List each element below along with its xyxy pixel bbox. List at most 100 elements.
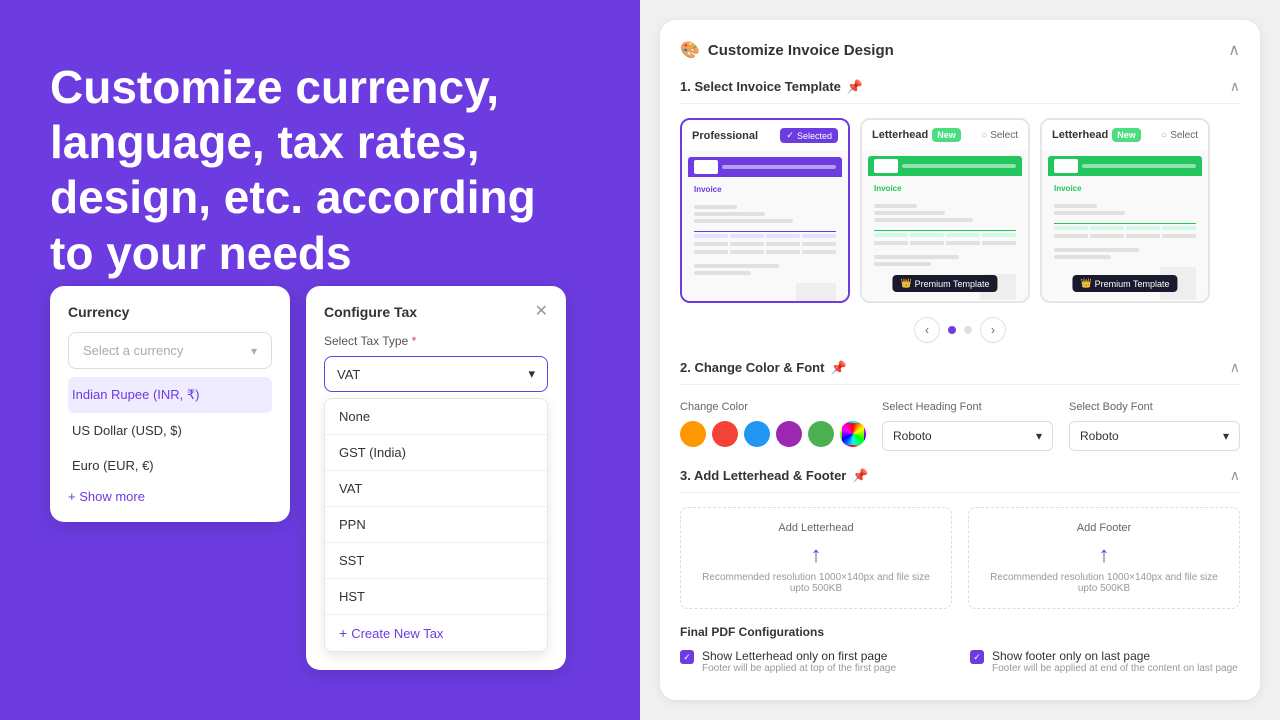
tax-option-ppn[interactable]: PPN [325, 507, 547, 543]
color-swatch-green[interactable] [808, 421, 834, 447]
pdf-config-col-2: ✓ Show footer only on last page Footer w… [970, 649, 1240, 678]
inv-line [1054, 248, 1139, 252]
currency-card: Currency Select a currency ▾ Indian Rupe… [50, 286, 290, 522]
add-footer-box[interactable]: Add Footer ↑ Recommended resolution 1000… [968, 507, 1240, 609]
panel-title: Customize Invoice Design [708, 42, 894, 59]
templates-row: Professional ✓ Selected Invoice [680, 118, 1240, 303]
letterhead-checkbox-label: Show Letterhead only on first page Foote… [702, 649, 896, 674]
inv-row [694, 232, 836, 240]
tax-option-hst[interactable]: HST [325, 579, 547, 615]
color-swatch-rainbow[interactable] [840, 421, 866, 447]
invoice-header-bar [688, 157, 842, 177]
inv-row [1054, 232, 1196, 240]
template-letterhead-2-header: Letterhead New ○ Select [1042, 120, 1208, 150]
inv-table-green2 [1054, 223, 1196, 240]
tax-select-box[interactable]: VAT ▾ [324, 356, 548, 392]
inv-row [1054, 224, 1196, 232]
letterhead-section-collapse-button[interactable]: ∧ [1230, 467, 1240, 484]
pin-icon: 📌 [847, 79, 863, 95]
template-new-badge: New [932, 128, 961, 142]
color-swatch-blue[interactable] [744, 421, 770, 447]
tax-option-gst[interactable]: GST (India) [325, 435, 547, 471]
color-font-row: Change Color Select Heading Font Roboto … [680, 401, 1240, 451]
tax-option-sst[interactable]: SST [325, 543, 547, 579]
add-footer-label: Add Footer [983, 522, 1225, 534]
currency-card-title: Currency [68, 304, 272, 320]
currency-item-inr[interactable]: Indian Rupee (INR, ₹) [68, 377, 272, 413]
letterhead-checkbox[interactable]: ✓ [680, 650, 694, 664]
heading-font-label: Select Heading Font [882, 401, 1053, 413]
pdf-config-section: Final PDF Configurations ✓ Show Letterhe… [680, 625, 1240, 678]
heading-font-select[interactable]: Roboto ▾ [882, 421, 1053, 451]
inv-cell [694, 250, 728, 254]
collapse-panel-button[interactable]: ∧ [1228, 40, 1240, 60]
inv-cell [766, 234, 800, 238]
tax-card-title: Configure Tax [324, 304, 417, 320]
hero-text: Customize currency, language, tax rates,… [50, 60, 590, 281]
footer-checkbox[interactable]: ✓ [970, 650, 984, 664]
inv-cell [766, 242, 800, 246]
letterhead-section-title: 3. Add Letterhead & Footer 📌 [680, 468, 869, 484]
body-font-label: Select Body Font [1069, 401, 1240, 413]
add-letterhead-box[interactable]: Add Letterhead ↑ Recommended resolution … [680, 507, 952, 609]
letterhead-checkbox-row: ✓ Show Letterhead only on first page Foo… [680, 649, 950, 674]
inv-cell [982, 241, 1016, 245]
template-select-button[interactable]: ○ Select [981, 130, 1018, 141]
inv-row [694, 240, 836, 248]
logo-box [874, 159, 898, 173]
upload-icon: ↑ [695, 542, 937, 568]
template-select-button-2[interactable]: ○ Select [1161, 130, 1198, 141]
template-letterhead-1[interactable]: Letterhead New ○ Select [860, 118, 1030, 303]
color-swatch-purple[interactable] [776, 421, 802, 447]
color-font-section-collapse-button[interactable]: ∧ [1230, 359, 1240, 376]
currency-select-box[interactable]: Select a currency ▾ [68, 332, 272, 369]
add-letterhead-label: Add Letterhead [695, 522, 937, 534]
invoice-header-bar-green2 [1048, 156, 1202, 176]
pdf-config-row: ✓ Show Letterhead only on first page Foo… [680, 649, 1240, 678]
left-section: Customize currency, language, tax rates,… [0, 0, 640, 720]
inv-line [694, 212, 765, 216]
tax-option-vat[interactable]: VAT [325, 471, 547, 507]
inv-row [694, 248, 836, 256]
create-new-tax-button[interactable]: + Create New Tax [325, 615, 547, 651]
carousel-dot-1[interactable] [948, 326, 956, 334]
color-swatch-red[interactable] [712, 421, 738, 447]
chevron-down-icon: ▾ [528, 366, 535, 382]
template-professional[interactable]: Professional ✓ Selected Invoice [680, 118, 850, 303]
close-button[interactable]: ✕ [535, 304, 548, 320]
inv-cell [802, 242, 836, 246]
carousel-next-button[interactable]: › [980, 317, 1006, 343]
show-more-button[interactable]: + Show more [68, 489, 272, 504]
color-swatches [680, 421, 866, 447]
inv-cell [730, 234, 764, 238]
inv-line [874, 211, 945, 215]
crown-icon-2: 👑 [1080, 278, 1091, 289]
letterhead-section-header: 3. Add Letterhead & Footer 📌 ∧ [680, 467, 1240, 493]
body-font-select[interactable]: Roboto ▾ [1069, 421, 1240, 451]
carousel-dot-2[interactable] [964, 326, 972, 334]
chevron-down-icon: ▾ [251, 344, 257, 358]
template-letterhead-2-preview: Invoice [1042, 150, 1208, 300]
template-letterhead-1-header: Letterhead New ○ Select [862, 120, 1028, 150]
template-section-collapse-button[interactable]: ∧ [1230, 78, 1240, 95]
pin-icon-3: 📌 [852, 468, 868, 484]
body-font-group: Select Body Font Roboto ▾ [1069, 401, 1240, 451]
carousel-prev-button[interactable]: ‹ [914, 317, 940, 343]
inv-cell [730, 242, 764, 246]
inv-cell [1054, 226, 1088, 230]
currency-item-eur[interactable]: Euro (EUR, €) [68, 448, 272, 483]
footer-checkbox-row: ✓ Show footer only on last page Footer w… [970, 649, 1240, 674]
circle-check-icon: ○ [981, 130, 987, 141]
tax-option-none[interactable]: None [325, 399, 547, 435]
inv-cell [802, 250, 836, 254]
currency-dropdown: Indian Rupee (INR, ₹) US Dollar (USD, $)… [68, 377, 272, 504]
inv-line [874, 204, 917, 208]
color-swatch-orange[interactable] [680, 421, 706, 447]
inv-cell [1162, 234, 1196, 238]
inv-line [694, 271, 751, 275]
change-color-label: Change Color [680, 401, 866, 413]
premium-template-badge-2: 👑 Premium Template [1072, 275, 1177, 292]
inv-cell [766, 250, 800, 254]
currency-item-usd[interactable]: US Dollar (USD, $) [68, 413, 272, 448]
template-letterhead-2[interactable]: Letterhead New ○ Select [1040, 118, 1210, 303]
